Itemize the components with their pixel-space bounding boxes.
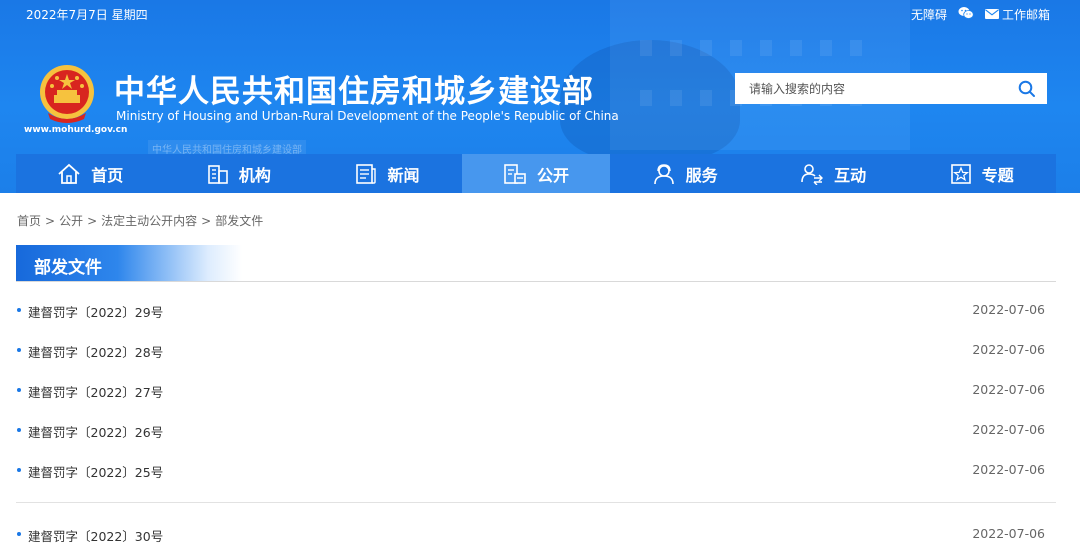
national-emblem-logo[interactable] [38, 63, 96, 125]
section-title: 部发文件 [16, 245, 242, 281]
document-link[interactable]: 建督罚字〔2022〕27号 [28, 382, 163, 401]
bullet-icon [17, 428, 21, 432]
work-mail-link[interactable]: 工作邮箱 [1002, 6, 1050, 23]
home-icon [58, 163, 80, 184]
current-date: 2022年7月7日 星期四 [26, 8, 148, 22]
breadcrumb-statutory-disclosure[interactable]: 法定主动公开内容 [101, 214, 197, 228]
nav-topics[interactable]: 专题 [907, 154, 1056, 193]
list-item: 建督罚字〔2022〕27号 2022-07-06 [16, 371, 1056, 411]
section-divider [16, 281, 1056, 282]
list-item: 建督罚字〔2022〕26号 2022-07-06 [16, 411, 1056, 451]
nav-disclosure[interactable]: 公开 [461, 154, 611, 193]
nav-label: 互动 [834, 165, 867, 185]
nav-label: 机构 [238, 165, 271, 185]
document-link[interactable]: 建督罚字〔2022〕30号 [28, 526, 163, 545]
site-header: 2022年7月7日 星期四 无障碍 工作邮箱 www.mohurd.gov.cn… [0, 0, 1080, 193]
list-group-divider [16, 502, 1056, 503]
search-icon [1018, 80, 1035, 97]
document-link[interactable]: 建督罚字〔2022〕29号 [28, 302, 163, 321]
top-bar: 2022年7月7日 星期四 无障碍 工作邮箱 [0, 0, 1080, 28]
service-icon [653, 163, 674, 184]
document-date: 2022-07-06 [972, 382, 1045, 397]
site-url: www.mohurd.gov.cn [24, 125, 128, 135]
breadcrumb: 首页 > 公开 > 法定主动公开内容 > 部发文件 [17, 212, 263, 229]
disclosure-icon [504, 163, 526, 184]
document-link[interactable]: 建督罚字〔2022〕26号 [28, 422, 163, 441]
document-date: 2022-07-06 [972, 422, 1045, 437]
search-input[interactable] [735, 73, 1007, 104]
nav-service[interactable]: 服务 [610, 154, 759, 193]
mail-icon [985, 9, 999, 19]
breadcrumb-separator: > [45, 214, 56, 228]
document-date: 2022-07-06 [972, 342, 1045, 357]
bullet-icon [17, 532, 21, 536]
bullet-icon [17, 468, 21, 472]
nav-label: 专题 [981, 165, 1014, 185]
accessibility-link[interactable]: 无障碍 [911, 6, 947, 23]
list-item: 建督罚字〔2022〕28号 2022-07-06 [16, 331, 1056, 371]
breadcrumb-home[interactable]: 首页 [17, 214, 41, 228]
list-item: 建督罚字〔2022〕29号 2022-07-06 [16, 291, 1056, 331]
breadcrumb-separator: > [87, 214, 98, 228]
nav-label: 新闻 [387, 165, 420, 185]
search-box [735, 73, 1047, 104]
bullet-icon [17, 308, 21, 312]
bullet-icon [17, 388, 21, 392]
breadcrumb-separator: > [201, 214, 212, 228]
news-icon [356, 163, 377, 184]
list-item: 建督罚字〔2022〕25号 2022-07-06 [16, 451, 1056, 491]
breadcrumb-disclosure[interactable]: 公开 [59, 214, 83, 228]
document-date: 2022-07-06 [972, 462, 1045, 477]
nav-label: 公开 [537, 165, 570, 185]
interaction-icon [801, 163, 824, 185]
building-icon [208, 164, 228, 184]
nav-home[interactable]: 首页 [16, 154, 165, 193]
bullet-icon [17, 348, 21, 352]
document-date: 2022-07-06 [972, 526, 1045, 541]
document-link[interactable]: 建督罚字〔2022〕25号 [28, 462, 163, 481]
wechat-icon[interactable] [958, 6, 974, 20]
site-title-chinese[interactable]: 中华人民共和国住房和城乡建设部 [114, 66, 594, 111]
main-navigation: 首页 机构 新闻 公开 服务 互动 专题 [16, 154, 1056, 193]
document-link[interactable]: 建督罚字〔2022〕28号 [28, 342, 163, 361]
nav-organization[interactable]: 机构 [165, 154, 314, 193]
nav-interaction[interactable]: 互动 [759, 154, 908, 193]
document-date: 2022-07-06 [972, 302, 1045, 317]
breadcrumb-current[interactable]: 部发文件 [215, 214, 263, 228]
site-title-english: Ministry of Housing and Urban-Rural Deve… [116, 109, 619, 123]
list-item: 建督罚字〔2022〕30号 2022-07-06 [16, 515, 1056, 555]
search-button[interactable] [1007, 73, 1047, 104]
nav-news[interactable]: 新闻 [313, 154, 462, 193]
topic-icon [950, 163, 971, 184]
nav-label: 服务 [685, 165, 718, 185]
nav-label: 首页 [91, 165, 124, 185]
